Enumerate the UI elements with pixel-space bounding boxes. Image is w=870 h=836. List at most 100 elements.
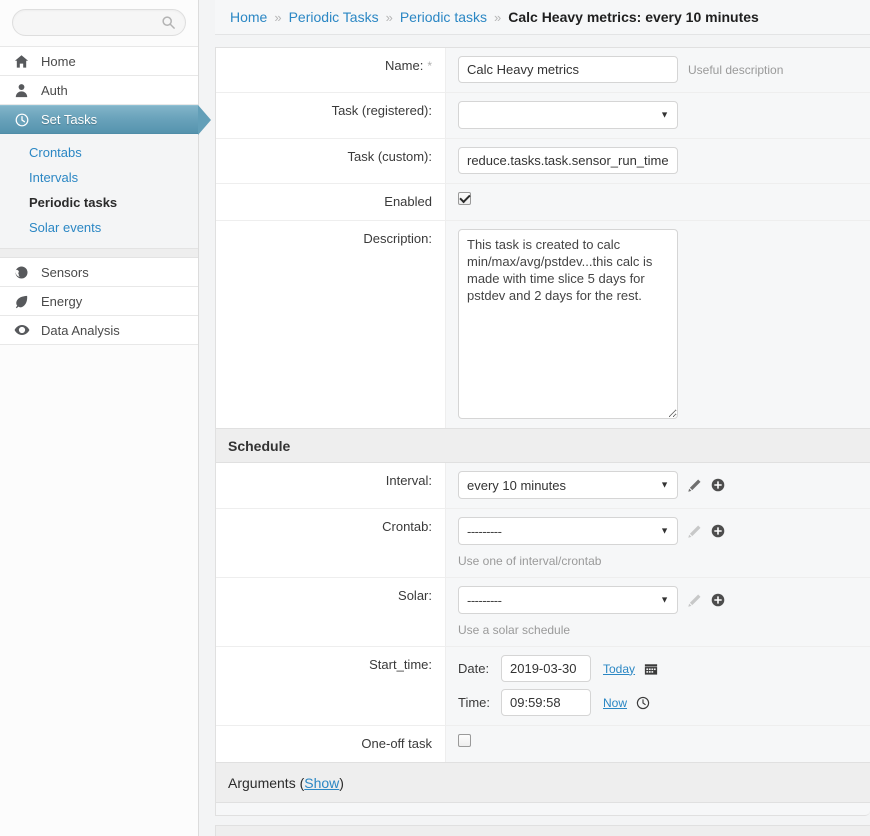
- interval-select[interactable]: every 10 minutes ▼: [458, 471, 678, 499]
- sidebar-subitem-periodic-tasks[interactable]: Periodic tasks: [0, 190, 198, 215]
- sidebar-subitem-intervals[interactable]: Intervals: [0, 165, 198, 190]
- field-value-cell: [446, 726, 870, 762]
- field-row-task-registered: Task (registered): ▼: [216, 93, 870, 139]
- pencil-icon[interactable]: [687, 478, 702, 493]
- chevron-down-icon: ▼: [660, 594, 669, 605]
- globe-icon: [13, 264, 30, 281]
- sidebar-item-set-tasks[interactable]: Set Tasks: [0, 105, 211, 135]
- fieldset-main: Name:* Useful description Task (register…: [215, 47, 870, 429]
- name-help-text: Useful description: [688, 62, 784, 77]
- date-label: Date:: [458, 661, 490, 676]
- search-input[interactable]: [13, 10, 185, 35]
- clock-icon: [13, 111, 30, 128]
- field-value-cell: --------- ▼: [446, 509, 870, 577]
- sidebar-item-data-analysis[interactable]: Data Analysis: [0, 316, 198, 345]
- arguments-show-link[interactable]: Show: [304, 775, 339, 791]
- chevron-down-icon: ▼: [660, 109, 669, 120]
- field-row-crontab: Crontab: --------- ▼ Use one of interval…: [216, 509, 870, 578]
- sidebar-item-label: Home: [41, 53, 76, 69]
- paren-close: ): [339, 775, 344, 791]
- field-row-solar: Solar: --------- ▼ Use a solar schedule: [216, 578, 870, 647]
- nav-group-primary: Home Auth Set Tasks Crontabs Intervals P…: [0, 46, 211, 345]
- interval-label: Interval:: [385, 473, 432, 488]
- description-textarea[interactable]: [458, 229, 678, 419]
- calendar-icon[interactable]: [644, 662, 658, 676]
- field-label-cell: Task (registered):: [216, 93, 446, 138]
- field-row-name: Name:* Useful description: [216, 48, 870, 93]
- sidebar-item-home[interactable]: Home: [0, 47, 198, 76]
- app-root: Home Auth Set Tasks Crontabs Intervals P…: [0, 0, 870, 836]
- search-box[interactable]: [12, 9, 186, 36]
- sidebar-divider: [0, 249, 198, 258]
- crontab-label: Crontab:: [382, 519, 432, 534]
- field-row-task-custom: Task (custom):: [216, 139, 870, 184]
- breadcrumb: Home » Periodic Tasks » Periodic tasks »…: [215, 0, 870, 35]
- field-row-one-off: One-off task: [216, 726, 870, 762]
- solar-select[interactable]: --------- ▼: [458, 586, 678, 614]
- one-off-label: One-off task: [361, 736, 432, 751]
- section-gap: [215, 816, 870, 825]
- arguments-title: Arguments: [228, 775, 296, 791]
- sidebar-item-auth[interactable]: Auth: [0, 76, 198, 105]
- field-label-cell: Enabled: [216, 184, 446, 220]
- field-value-cell: Useful description: [446, 48, 870, 92]
- clock-icon[interactable]: [636, 696, 650, 710]
- field-row-interval: Interval: every 10 minutes ▼: [216, 463, 870, 509]
- breadcrumb-model[interactable]: Periodic tasks: [400, 9, 487, 25]
- plus-circle-icon[interactable]: [711, 478, 725, 492]
- breadcrumb-app[interactable]: Periodic Tasks: [289, 9, 379, 25]
- solar-value: ---------: [467, 592, 502, 608]
- task-custom-label: Task (custom):: [347, 149, 432, 164]
- one-off-checkbox[interactable]: [458, 734, 471, 747]
- field-row-start-time: Start_time: Date: Today: [216, 647, 870, 726]
- field-label-cell: Name: *: [216, 48, 446, 92]
- today-link[interactable]: Today: [603, 662, 635, 676]
- chevron-down-icon: ▼: [660, 479, 669, 490]
- field-value-cell: [446, 184, 870, 220]
- task-custom-input[interactable]: [458, 147, 678, 174]
- field-label-cell: Interval:: [216, 463, 446, 508]
- sidebar-item-sensors[interactable]: Sensors: [0, 258, 198, 287]
- start-date-input[interactable]: [501, 655, 591, 682]
- plus-circle-icon[interactable]: [711, 593, 725, 607]
- breadcrumb-home[interactable]: Home: [230, 9, 267, 25]
- time-label: Time:: [458, 695, 491, 710]
- task-registered-select[interactable]: ▼: [458, 101, 678, 129]
- field-label-cell: Description:: [216, 221, 446, 428]
- enabled-checkbox[interactable]: [458, 192, 471, 205]
- eye-icon: [13, 322, 30, 339]
- task-registered-label: Task (registered):: [331, 103, 432, 118]
- field-label-cell: Crontab:: [216, 509, 446, 577]
- name-label: Name: *: [385, 58, 432, 73]
- start-date-line: Date: Today: [458, 655, 870, 682]
- interval-value: every 10 minutes: [467, 477, 566, 493]
- breadcrumb-current: Calc Heavy metrics: every 10 minutes: [508, 9, 759, 25]
- main-content: Home » Periodic Tasks » Periodic tasks »…: [199, 0, 870, 836]
- sidebar-search-area: [0, 0, 198, 46]
- start-time-line: Time: Now: [458, 689, 870, 716]
- plus-circle-icon[interactable]: [711, 524, 725, 538]
- sidebar-subitem-solar-events[interactable]: Solar events: [0, 215, 198, 240]
- now-link[interactable]: Now: [603, 696, 627, 710]
- enabled-label: Enabled: [384, 194, 432, 209]
- arguments-body-strip: [215, 803, 870, 816]
- solar-label: Solar:: [398, 588, 432, 603]
- field-value-cell: [446, 221, 870, 428]
- fieldset-execution-options-collapsed: Execution Options (Show): [215, 825, 870, 836]
- crontab-select[interactable]: --------- ▼: [458, 517, 678, 545]
- start-time-input[interactable]: [501, 689, 591, 716]
- sidebar-subitem-crontabs[interactable]: Crontabs: [0, 140, 198, 165]
- home-icon: [13, 53, 30, 70]
- sidebar-item-label: Energy: [41, 293, 83, 309]
- field-label-cell: Solar:: [216, 578, 446, 646]
- sidebar: Home Auth Set Tasks Crontabs Intervals P…: [0, 0, 211, 836]
- field-value-cell: Date: Today: [446, 647, 870, 725]
- form-content: Name:* Useful description Task (register…: [199, 35, 870, 836]
- field-label-cell: One-off task: [216, 726, 446, 762]
- sidebar-item-energy[interactable]: Energy: [0, 287, 198, 316]
- field-value-cell: [446, 139, 870, 183]
- breadcrumb-separator: »: [494, 9, 502, 25]
- sidebar-item-label: Data Analysis: [41, 322, 120, 338]
- name-input[interactable]: [458, 56, 678, 83]
- sidebar-item-label: Auth: [41, 82, 68, 98]
